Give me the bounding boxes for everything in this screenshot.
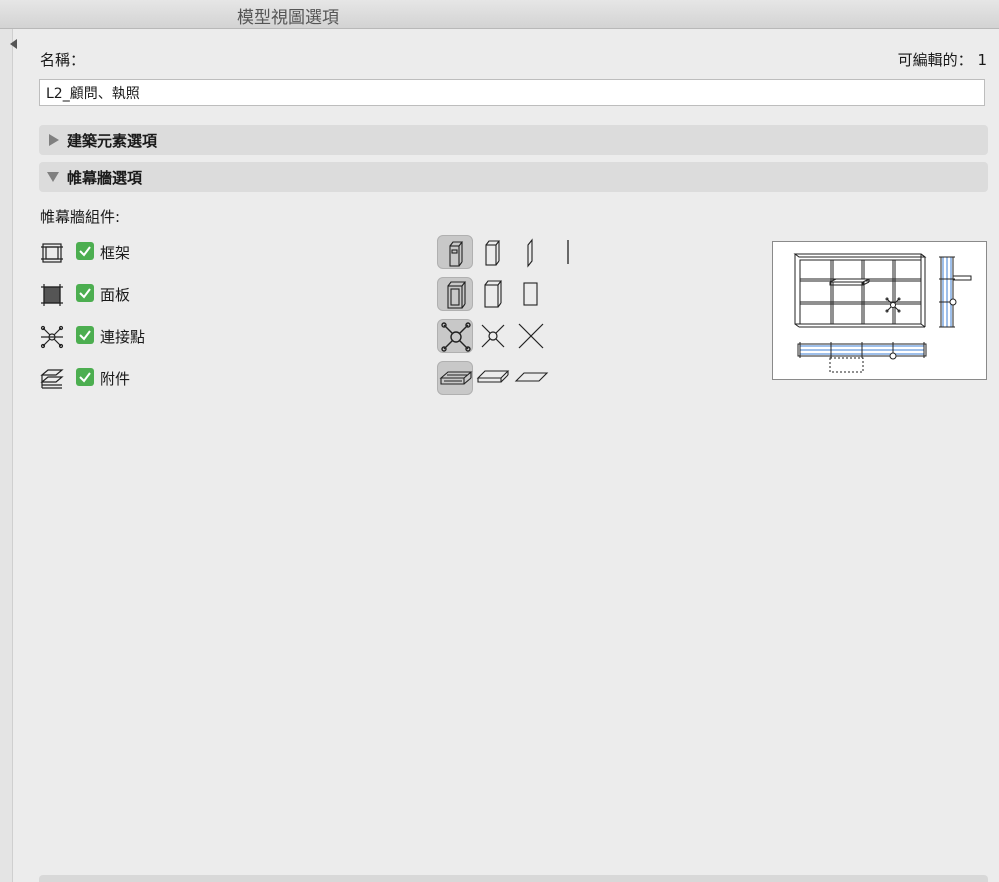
full-junction-icon[interactable] xyxy=(437,319,473,353)
bottom-section-bar xyxy=(39,875,988,882)
title-bar: 模型視圖選項 xyxy=(0,0,999,29)
accessory-label: 附件 xyxy=(100,370,131,388)
frame-checkbox[interactable] xyxy=(76,242,94,260)
collapse-arrow-icon[interactable] xyxy=(10,39,17,49)
accessory-checkbox[interactable] xyxy=(76,368,94,386)
name-input[interactable] xyxy=(39,79,985,106)
section-building-elements[interactable]: 建築元素選項 xyxy=(39,125,988,155)
disclosure-down-icon xyxy=(47,172,59,182)
panel-label: 面板 xyxy=(100,286,131,304)
full-frame-icon[interactable] xyxy=(437,235,473,269)
junction-icon xyxy=(40,325,64,349)
outline-panel-icon[interactable] xyxy=(513,277,549,311)
curtain-wall-preview xyxy=(772,241,987,380)
thin-frame-icon[interactable] xyxy=(513,235,549,269)
panel-checkbox[interactable] xyxy=(76,284,94,302)
editable-count: 可編輯的： 1 xyxy=(898,49,987,70)
full-panel-icon[interactable] xyxy=(437,277,473,311)
junction-label: 連接點 xyxy=(100,328,146,346)
accessory-icon xyxy=(40,367,64,391)
simplified-accessory-icon[interactable] xyxy=(475,361,511,395)
cross-junction-icon[interactable] xyxy=(513,319,549,353)
section-curtain-wall[interactable]: 帷幕牆選項 xyxy=(39,162,988,192)
full-accessory-icon[interactable] xyxy=(437,361,473,395)
junction-checkbox[interactable] xyxy=(76,326,94,344)
simplified-junction-icon[interactable] xyxy=(475,319,511,353)
left-sidebar-strip[interactable] xyxy=(0,29,13,882)
window-title: 模型視圖選項 xyxy=(237,8,339,28)
editable-value: 1 xyxy=(977,51,987,69)
section-curtain-wall-label: 帷幕牆選項 xyxy=(67,169,143,187)
frame-label: 框架 xyxy=(100,244,131,262)
editable-label: 可編輯的： xyxy=(897,51,973,69)
panel-icon xyxy=(40,283,64,307)
section-building-elements-label: 建築元素選項 xyxy=(67,132,158,150)
components-label: 帷幕牆組件: xyxy=(40,208,121,226)
line-frame-icon[interactable] xyxy=(551,235,587,269)
frame-icon xyxy=(40,241,64,265)
outline-accessory-icon[interactable] xyxy=(513,361,549,395)
disclosure-right-icon xyxy=(49,134,59,146)
name-label: 名稱： xyxy=(40,51,86,69)
simplified-frame-icon[interactable] xyxy=(475,235,511,269)
simplified-panel-icon[interactable] xyxy=(475,277,511,311)
